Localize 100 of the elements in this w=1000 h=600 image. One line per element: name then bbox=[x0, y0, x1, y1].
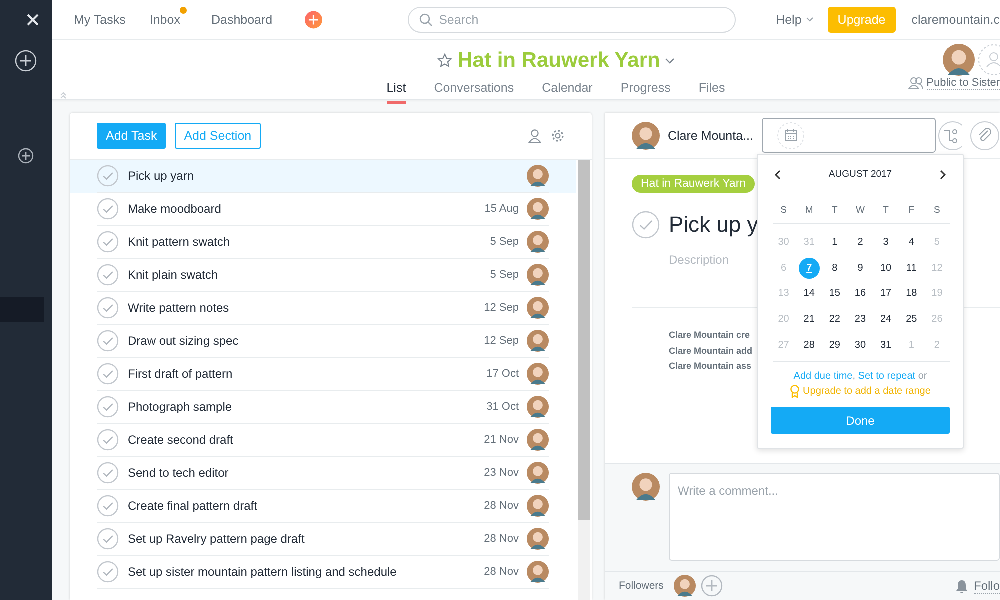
nav-link[interactable]: My Tasks bbox=[74, 12, 126, 26]
task-row[interactable]: Photograph sample 31 Oct bbox=[70, 391, 576, 424]
check-icon[interactable] bbox=[97, 165, 119, 187]
task-row[interactable]: Draw out sizing spec 12 Sep bbox=[70, 325, 576, 358]
check-icon[interactable] bbox=[97, 429, 119, 451]
check-icon[interactable] bbox=[97, 231, 119, 253]
avatar[interactable] bbox=[527, 198, 549, 220]
avatar[interactable] bbox=[527, 528, 549, 550]
calendar-day[interactable]: 14 bbox=[798, 283, 820, 304]
privacy-link[interactable]: Public to Sister bbox=[926, 77, 1000, 90]
task-name: Knit plain swatch bbox=[128, 268, 220, 282]
avatar[interactable] bbox=[527, 297, 549, 319]
add-button[interactable] bbox=[304, 8, 322, 30]
search-field[interactable]: Search bbox=[408, 6, 736, 32]
check-icon[interactable] bbox=[97, 528, 119, 550]
calendar-day[interactable]: 29 bbox=[824, 334, 846, 356]
settings-icon[interactable] bbox=[551, 129, 565, 143]
check-icon[interactable] bbox=[97, 396, 119, 418]
scrollbar[interactable] bbox=[578, 160, 590, 600]
add-icon[interactable] bbox=[15, 50, 37, 72]
task-row[interactable]: Knit pattern swatch 5 Sep bbox=[70, 226, 576, 259]
check-icon[interactable] bbox=[97, 198, 119, 220]
star-icon[interactable] bbox=[436, 53, 453, 69]
check-icon[interactable] bbox=[97, 297, 119, 319]
calendar-day[interactable]: 23 bbox=[850, 309, 871, 330]
task-row[interactable]: First draft of pattern 17 Oct bbox=[70, 358, 576, 391]
add-icon[interactable] bbox=[18, 148, 34, 164]
tab[interactable]: Conversations bbox=[434, 78, 514, 104]
calendar-day[interactable]: 31 bbox=[876, 334, 897, 356]
subtask-icon[interactable] bbox=[938, 120, 962, 150]
avatar[interactable] bbox=[527, 363, 549, 385]
chevron-right-icon[interactable] bbox=[938, 170, 947, 180]
task-row[interactable]: Make moodboard 15 Aug bbox=[70, 193, 576, 226]
calendar-day[interactable]: 9 bbox=[850, 258, 871, 279]
assignee-name[interactable]: Clare Mounta... bbox=[668, 128, 754, 142]
follow-link[interactable]: Follo bbox=[974, 578, 1000, 594]
task-row[interactable]: Send to tech editor 23 Nov bbox=[70, 457, 576, 490]
calendar-day[interactable]: 10 bbox=[876, 258, 897, 279]
help-menu[interactable]: Help bbox=[776, 12, 814, 26]
avatar[interactable] bbox=[527, 264, 549, 286]
avatar[interactable] bbox=[943, 44, 975, 76]
calendar-day[interactable]: 15 bbox=[824, 283, 846, 304]
nav-link[interactable]: Inbox bbox=[150, 6, 188, 26]
avatar[interactable] bbox=[674, 575, 696, 597]
avatar[interactable] bbox=[527, 561, 549, 583]
check-icon[interactable] bbox=[97, 330, 119, 352]
calendar-day[interactable]: 22 bbox=[824, 309, 846, 330]
tab[interactable]: Progress bbox=[620, 78, 671, 104]
avatar[interactable] bbox=[632, 122, 660, 150]
task-row[interactable]: Pick up yarn bbox=[70, 160, 576, 193]
task-row[interactable]: Knit plain swatch 5 Sep bbox=[70, 259, 576, 292]
avatar[interactable] bbox=[527, 231, 549, 253]
collapse-icon[interactable] bbox=[60, 92, 67, 99]
check-icon[interactable] bbox=[97, 264, 119, 286]
task-row[interactable]: Create final pattern draft 28 Nov bbox=[70, 490, 576, 523]
person-icon[interactable] bbox=[528, 129, 542, 143]
avatar[interactable] bbox=[527, 429, 549, 451]
add-follower-icon[interactable] bbox=[700, 575, 723, 597]
check-icon[interactable] bbox=[97, 363, 119, 385]
calendar-day[interactable]: 18 bbox=[901, 283, 922, 304]
calendar-day[interactable]: 8 bbox=[824, 258, 846, 279]
attachment-icon[interactable] bbox=[970, 120, 1000, 150]
scrollbar-thumb[interactable] bbox=[578, 160, 590, 520]
calendar-day[interactable]: 30 bbox=[850, 334, 871, 356]
account-link[interactable]: claremountain.c bbox=[912, 12, 1000, 26]
calendar-day[interactable]: 24 bbox=[876, 309, 897, 330]
calendar-day[interactable]: 3 bbox=[876, 232, 897, 253]
task-row[interactable]: Write pattern notes 12 Sep bbox=[70, 292, 576, 325]
activity-entry: Clare Mountain add bbox=[669, 344, 753, 358]
calendar-day[interactable]: 1 bbox=[824, 232, 846, 253]
nav-link[interactable]: Dashboard bbox=[211, 12, 273, 26]
avatar[interactable] bbox=[527, 462, 549, 484]
calendar-day[interactable]: 4 bbox=[901, 232, 922, 253]
comment-field[interactable]: Write a comment... bbox=[669, 473, 1000, 561]
check-icon[interactable] bbox=[97, 561, 119, 583]
check-icon[interactable] bbox=[97, 462, 119, 484]
caret-icon[interactable] bbox=[665, 58, 676, 64]
due-date-field[interactable] bbox=[762, 118, 936, 153]
check-icon[interactable] bbox=[97, 495, 119, 517]
check-icon[interactable] bbox=[632, 211, 660, 239]
avatar[interactable] bbox=[527, 330, 549, 352]
task-name: First draft of pattern bbox=[128, 367, 234, 381]
calendar-day[interactable]: 21 bbox=[798, 309, 820, 330]
calendar-day[interactable]: 25 bbox=[901, 309, 922, 330]
calendar-day[interactable]: 17 bbox=[876, 283, 897, 304]
calendar-day[interactable]: 16 bbox=[850, 283, 871, 304]
tab[interactable]: Calendar bbox=[542, 78, 593, 104]
bell-icon[interactable] bbox=[954, 578, 969, 594]
avatar[interactable] bbox=[527, 165, 549, 187]
calendar-day[interactable]: 2 bbox=[850, 232, 871, 253]
close-icon[interactable] bbox=[27, 14, 39, 26]
tab[interactable]: Files bbox=[698, 78, 726, 104]
calendar-day[interactable]: 28 bbox=[798, 334, 820, 356]
calendar-day[interactable]: 11 bbox=[901, 258, 922, 279]
task-row[interactable]: Set up sister mountain pattern listing and schedule 28 Nov bbox=[70, 556, 576, 589]
task-row[interactable]: Set up Ravelry pattern page draft 28 Nov bbox=[70, 523, 576, 556]
avatar[interactable] bbox=[527, 495, 549, 517]
chevron-left-icon[interactable] bbox=[774, 170, 782, 180]
task-row[interactable]: Create second draft 21 Nov bbox=[70, 424, 576, 457]
avatar[interactable] bbox=[527, 396, 549, 418]
